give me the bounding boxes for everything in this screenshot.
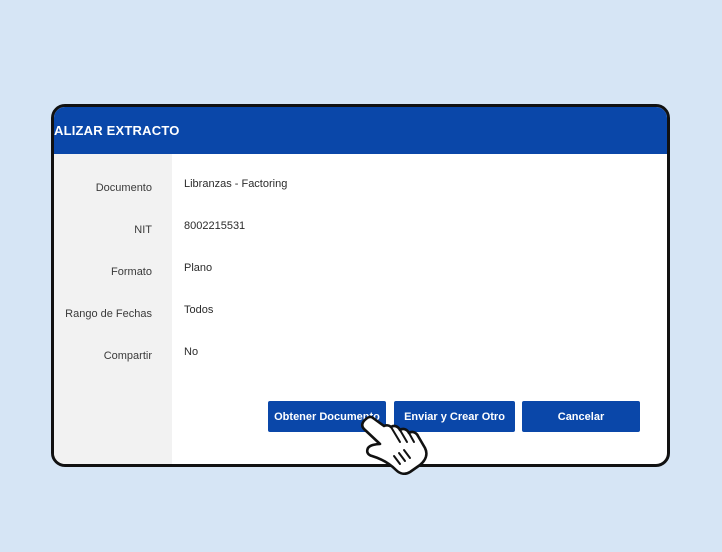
dialog-title: ALIZAR EXTRACTO [54,123,180,138]
field-value-formato: Plano [184,262,213,274]
field-value-compartir: No [184,346,199,358]
field-value-rango-fechas: Todos [184,304,214,316]
field-label-nit: NIT [134,224,152,236]
field-value-nit: 8002215531 [184,220,246,232]
field-label-formato: Formato [111,266,152,278]
field-label-rango-fechas: Rango de Fechas [65,308,152,320]
field-label-documento: Documento [95,182,152,194]
dialog-header: ALIZAR EXTRACTO [54,107,667,154]
field-label-compartir: Compartir [103,350,152,362]
hand-pointer-icon [360,415,428,476]
cancel-button[interactable]: Cancelar [522,401,640,432]
field-value-documento: Libranzas - Factoring [184,178,288,190]
